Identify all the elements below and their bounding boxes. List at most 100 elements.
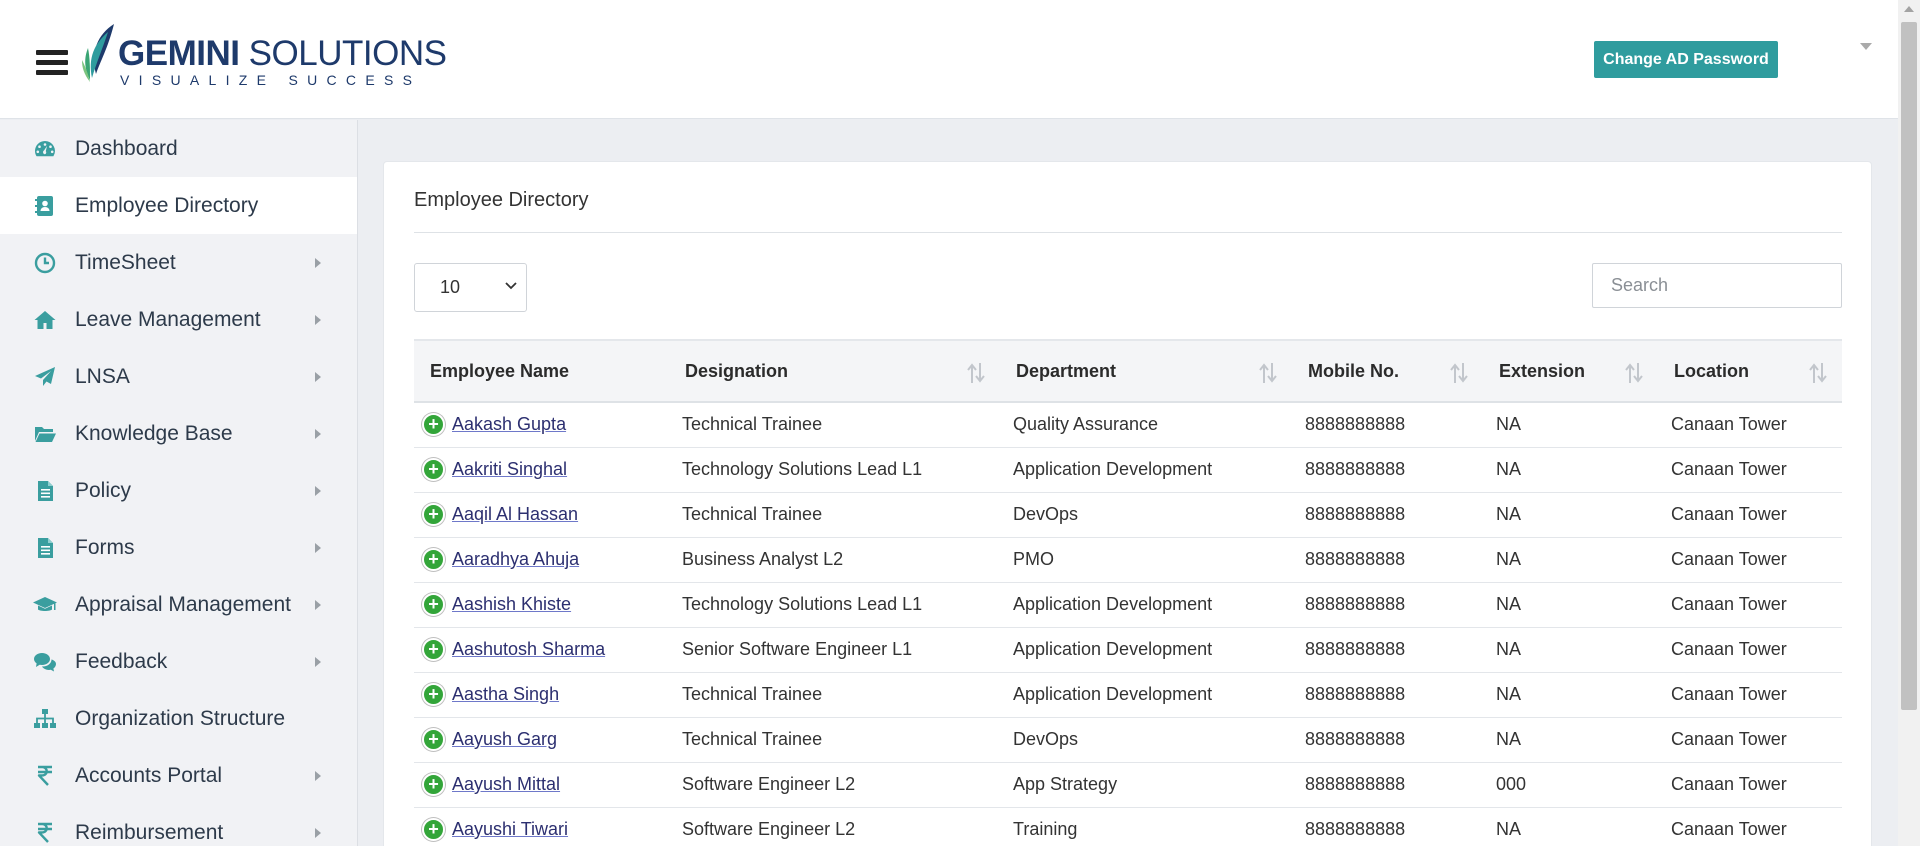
page-size-select[interactable]: 10 bbox=[414, 263, 527, 312]
sort-icon[interactable] bbox=[966, 361, 986, 385]
sidebar-item-reimbursement[interactable]: Reimbursement bbox=[0, 804, 357, 846]
caret-right-icon bbox=[315, 258, 321, 268]
employee-name-link[interactable]: Aakriti Singhal bbox=[452, 459, 567, 479]
scrollbar-thumb[interactable] bbox=[1901, 22, 1917, 710]
sidebar-item-timesheet[interactable]: TimeSheet bbox=[0, 234, 357, 291]
sidebar-item-label: Employee Directory bbox=[75, 193, 259, 217]
sidebar-item-appraisal-management[interactable]: Appraisal Management bbox=[0, 576, 357, 633]
cell-extension: NA bbox=[1496, 729, 1522, 749]
expand-row-plus-icon[interactable]: + bbox=[422, 638, 445, 661]
sidebar-item-feedback[interactable]: Feedback bbox=[0, 633, 357, 690]
column-header-label: Mobile No. bbox=[1308, 360, 1399, 381]
sidebar-item-label: Appraisal Management bbox=[75, 592, 291, 616]
cell-designation: Software Engineer L2 bbox=[682, 774, 856, 794]
scroll-up-arrow-icon[interactable] bbox=[1904, 6, 1914, 12]
sort-icon[interactable] bbox=[1808, 361, 1828, 385]
sort-icon[interactable] bbox=[1449, 361, 1469, 385]
employee-name-link[interactable]: Aaqil Al Hassan bbox=[452, 504, 578, 524]
change-ad-password-button[interactable]: Change AD Password bbox=[1594, 41, 1778, 78]
cell-location: Canaan Tower bbox=[1671, 774, 1787, 794]
dashboard-icon bbox=[32, 137, 58, 161]
sidebar-item-label: Policy bbox=[75, 478, 132, 502]
sort-icon[interactable] bbox=[1624, 361, 1644, 385]
table-row: + Aastha Singh Technical Trainee Applicatio… bbox=[414, 672, 1842, 717]
cell-designation: Senior Software Engineer L1 bbox=[682, 639, 913, 659]
cell-department: App Strategy bbox=[1013, 774, 1118, 794]
expand-row-plus-icon[interactable]: + bbox=[422, 728, 445, 751]
address-book-icon bbox=[32, 194, 58, 218]
expand-row-plus-icon[interactable]: + bbox=[422, 548, 445, 571]
page-scrollbar[interactable] bbox=[1898, 0, 1920, 846]
table-body: + Aakash Gupta Technical Trainee Quality As… bbox=[414, 402, 1842, 846]
sidebar-item-leave-management[interactable]: Leave Management bbox=[0, 291, 357, 348]
expand-row-plus-icon[interactable]: + bbox=[422, 593, 445, 616]
employee-name-link[interactable]: Aakash Gupta bbox=[452, 414, 566, 434]
cell-department: Application Development bbox=[1013, 639, 1213, 659]
table-header-row: Employee Name Designation Department Mobile… bbox=[414, 339, 1842, 403]
sidebar-item-accounts-portal[interactable]: Accounts Portal bbox=[0, 747, 357, 804]
sidebar-item-label: Accounts Portal bbox=[75, 763, 223, 787]
sidebar-item-employee-directory[interactable]: Employee Directory bbox=[0, 177, 357, 234]
employee-name-link[interactable]: Aayush Mittal bbox=[452, 774, 560, 794]
cell-department: Application Development bbox=[1013, 459, 1213, 479]
caret-right-icon bbox=[315, 543, 321, 553]
expand-row-plus-icon[interactable]: + bbox=[422, 413, 445, 437]
caret-right-icon bbox=[315, 372, 321, 382]
cell-mobile: 8888888888 bbox=[1305, 459, 1406, 479]
expand-row-plus-icon[interactable]: + bbox=[422, 773, 445, 796]
comments-icon bbox=[32, 650, 58, 674]
expand-row-plus-icon[interactable]: + bbox=[422, 458, 445, 481]
cell-mobile: 8888888888 bbox=[1305, 774, 1406, 794]
employee-name-link[interactable]: Aastha Singh bbox=[452, 684, 559, 704]
column-header-label: Extension bbox=[1499, 360, 1586, 381]
column-header-location[interactable]: Location bbox=[1658, 339, 1842, 403]
hamburger-menu-icon[interactable] bbox=[36, 50, 68, 76]
column-header-mobile-no[interactable]: Mobile No. bbox=[1292, 339, 1483, 403]
sidebar-item-label: Dashboard bbox=[75, 136, 178, 160]
column-header-employee-name[interactable]: Employee Name bbox=[414, 339, 669, 403]
cell-extension: NA bbox=[1496, 594, 1522, 614]
cell-location: Canaan Tower bbox=[1671, 684, 1787, 704]
employee-name-link[interactable]: Aayush Garg bbox=[452, 729, 557, 749]
sitemap-icon bbox=[32, 707, 58, 731]
sidebar-item-dashboard[interactable]: Dashboard bbox=[0, 120, 357, 177]
company-logo[interactable]: GEMINI SOLUTIONS VISUALIZE SUCCESS bbox=[80, 22, 447, 88]
employee-table: Employee Name Designation Department Mobile… bbox=[414, 339, 1842, 846]
profile-dropdown-caret-icon[interactable] bbox=[1860, 43, 1872, 50]
search-input[interactable] bbox=[1592, 263, 1842, 308]
cell-extension: NA bbox=[1496, 549, 1522, 569]
cell-location: Canaan Tower bbox=[1671, 549, 1787, 569]
sort-icon[interactable] bbox=[1258, 361, 1278, 385]
column-header-department[interactable]: Department bbox=[1000, 339, 1292, 403]
employee-name-link[interactable]: Aashish Khiste bbox=[452, 594, 571, 614]
column-header-designation[interactable]: Designation bbox=[669, 339, 1000, 403]
cell-location: Canaan Tower bbox=[1671, 594, 1787, 614]
table-row: + Aayush Garg Technical Trainee DevOps 88888… bbox=[414, 717, 1842, 762]
sidebar-item-knowledge-base[interactable]: Knowledge Base bbox=[0, 405, 357, 462]
document-icon bbox=[32, 536, 58, 560]
cell-location: Canaan Tower bbox=[1671, 639, 1787, 659]
employee-name-link[interactable]: Aaradhya Ahuja bbox=[452, 549, 579, 569]
cell-employee-name: + Aaradhya Ahuja bbox=[414, 537, 669, 582]
sidebar-item-forms[interactable]: Forms bbox=[0, 519, 357, 576]
cell-designation: Technical Trainee bbox=[682, 414, 823, 435]
cell-employee-name: + Aayushi Tiwari bbox=[414, 807, 669, 846]
cell-mobile: 8888888888 bbox=[1305, 594, 1406, 614]
cell-mobile: 8888888888 bbox=[1305, 549, 1406, 569]
employee-name-link[interactable]: Aayushi Tiwari bbox=[452, 819, 568, 839]
sidebar-item-lnsa[interactable]: LNSA bbox=[0, 348, 357, 405]
expand-row-plus-icon[interactable]: + bbox=[422, 818, 445, 841]
cell-mobile: 8888888888 bbox=[1305, 684, 1406, 704]
cell-employee-name: + Aastha Singh bbox=[414, 672, 669, 717]
expand-row-plus-icon[interactable]: + bbox=[422, 683, 445, 706]
cell-extension: NA bbox=[1496, 684, 1522, 704]
folder-open-icon bbox=[32, 422, 58, 446]
employee-name-link[interactable]: Aashutosh Sharma bbox=[452, 639, 605, 659]
sidebar-item-organization-structure[interactable]: Organization Structure bbox=[0, 690, 357, 747]
column-header-extension[interactable]: Extension bbox=[1483, 339, 1658, 403]
sidebar-item-policy[interactable]: Policy bbox=[0, 462, 357, 519]
graduation-cap-icon bbox=[32, 593, 58, 617]
sidebar-item-label: Feedback bbox=[75, 649, 168, 673]
expand-row-plus-icon[interactable]: + bbox=[422, 503, 445, 526]
cell-designation: Technology Solutions Lead L1 bbox=[682, 594, 923, 614]
